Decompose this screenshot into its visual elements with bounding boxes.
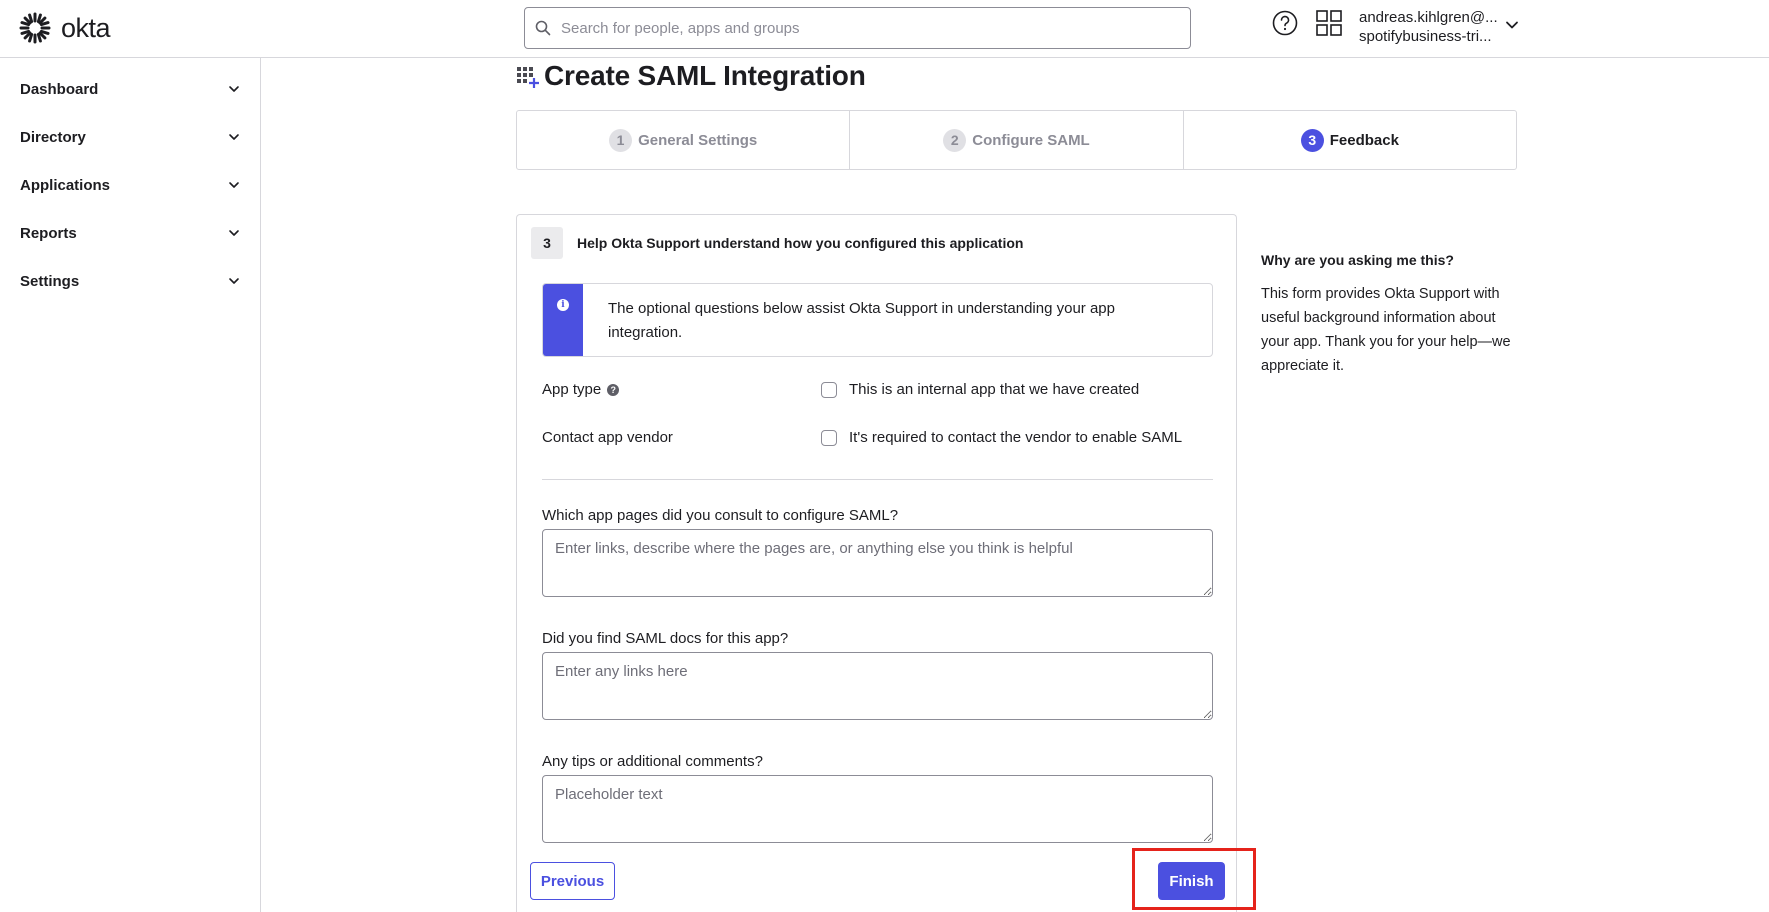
chevron-down-icon <box>229 134 239 140</box>
q1-label: Which app pages did you consult to confi… <box>542 507 899 524</box>
step-feedback: 3 Feedback <box>1184 111 1516 169</box>
q2-label: Did you find SAML docs for this app? <box>542 630 789 647</box>
sidebar-item-dashboard[interactable]: Dashboard <box>20 74 240 104</box>
contact-vendor-checkbox[interactable]: It's required to contact the vendor to e… <box>821 429 1182 446</box>
step-number: 1 <box>609 128 633 152</box>
step-number: 2 <box>943 128 967 152</box>
page-title-text: Create SAML Integration <box>544 60 866 91</box>
add-app-grid-icon <box>517 67 539 88</box>
q1-textarea[interactable] <box>542 529 1213 597</box>
step-general-settings: 1 General Settings <box>517 111 851 169</box>
sidebar-item-label: Settings <box>20 272 80 290</box>
sidebar: Dashboard Directory Applications Reports… <box>0 58 261 912</box>
help-icon[interactable] <box>1272 10 1298 36</box>
user-org: spotifybusiness-tri... <box>1359 28 1492 45</box>
sidebar-item-directory[interactable]: Directory <box>20 122 240 152</box>
step-label: Feedback <box>1329 131 1399 149</box>
chevron-down-icon <box>229 230 239 236</box>
search-icon <box>535 20 551 36</box>
q3-textarea[interactable] <box>542 775 1213 843</box>
chevron-down-icon <box>229 278 239 284</box>
top-header: okta andreas.kihlgren@... spotifybusines… <box>0 0 1769 58</box>
okta-sunburst-icon <box>19 12 51 44</box>
info-icon: i <box>557 299 569 311</box>
okta-logo[interactable]: okta <box>19 12 111 44</box>
chevron-down-icon[interactable] <box>1505 18 1519 32</box>
sidebar-item-reports[interactable]: Reports <box>20 218 240 248</box>
q2-textarea[interactable] <box>542 652 1213 720</box>
contact-vendor-label: Contact app vendor <box>542 429 673 446</box>
checkbox-box[interactable] <box>821 381 837 398</box>
internal-app-checkbox[interactable]: This is an internal app that we have cre… <box>821 381 1139 398</box>
sidebar-item-label: Applications <box>20 176 111 194</box>
section-number: 3 <box>531 227 563 259</box>
info-callout: i The optional questions below assist Ok… <box>542 283 1213 357</box>
section-heading: Help Okta Support understand how you con… <box>577 235 1024 251</box>
app-type-label-text: App type <box>542 381 602 398</box>
checkbox-box[interactable] <box>821 429 837 446</box>
wizard-steps: 1 General Settings 2 Configure SAML 3 Fe… <box>516 110 1517 170</box>
user-email: andreas.kihlgren@... <box>1359 9 1498 26</box>
help-tooltip-icon[interactable]: ? <box>607 383 620 396</box>
checkbox-label: This is an internal app that we have cre… <box>849 381 1140 398</box>
step-label: Configure SAML <box>972 131 1090 149</box>
info-text: The optional questions below assist Okta… <box>608 300 1115 341</box>
user-menu[interactable]: andreas.kihlgren@... spotifybusiness-tri… <box>1359 8 1498 46</box>
finish-button[interactable]: Finish <box>1158 862 1225 900</box>
step-label: General Settings <box>638 131 758 149</box>
previous-button[interactable]: Previous <box>530 862 615 900</box>
q3-label: Any tips or additional comments? <box>542 753 763 770</box>
chevron-down-icon <box>229 182 239 188</box>
sidebar-item-applications[interactable]: Applications <box>20 170 240 200</box>
sidebar-item-label: Dashboard <box>20 80 99 98</box>
checkbox-label: It's required to contact the vendor to e… <box>849 429 1183 446</box>
app-grid-icon[interactable] <box>1316 10 1342 36</box>
sidebar-item-label: Directory <box>20 128 86 146</box>
search-bar[interactable] <box>524 7 1191 49</box>
divider <box>542 479 1213 480</box>
aside-body: This form provides Okta Support with use… <box>1261 286 1511 374</box>
sidebar-item-settings[interactable]: Settings <box>20 266 240 296</box>
page-title: Create SAML Integration <box>516 60 866 92</box>
contact-vendor-label-text: Contact app vendor <box>542 429 673 446</box>
aside-heading: Why are you asking me this? <box>1261 252 1454 268</box>
app-type-label: App type ? <box>542 381 620 398</box>
help-aside: Why are you asking me this? This form pr… <box>1261 252 1523 378</box>
info-bar: i <box>543 284 583 356</box>
step-number: 3 <box>1300 128 1324 152</box>
sidebar-item-label: Reports <box>20 224 77 242</box>
feedback-form-card: 3 Help Okta Support understand how you c… <box>516 214 1237 912</box>
chevron-down-icon <box>229 86 239 92</box>
search-input[interactable] <box>561 19 1161 37</box>
step-configure-saml: 2 Configure SAML <box>850 111 1184 169</box>
logo-text: okta <box>61 12 111 43</box>
card-header: 3 Help Okta Support understand how you c… <box>531 227 1023 259</box>
